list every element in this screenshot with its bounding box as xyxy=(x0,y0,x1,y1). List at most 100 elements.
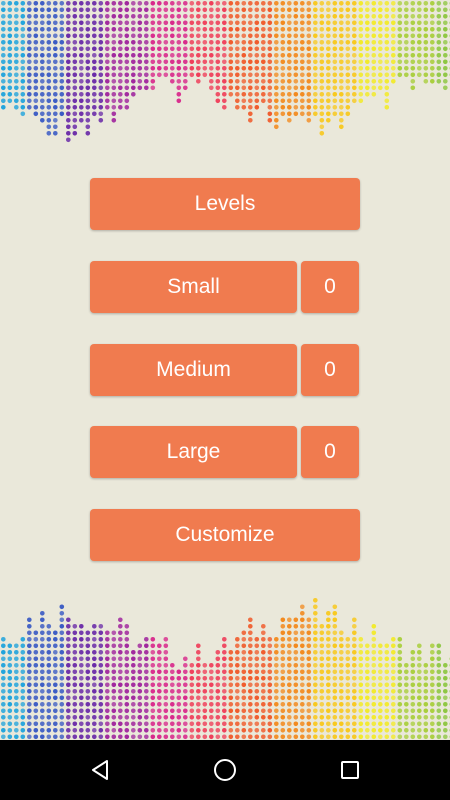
spectrum-dot xyxy=(215,721,221,727)
spectrum-dot xyxy=(248,46,253,52)
spectrum-dot xyxy=(228,13,234,19)
spectrum-dot xyxy=(274,53,279,58)
spectrum-dot xyxy=(13,105,19,110)
spectrum-dot xyxy=(267,1,273,6)
spectrum-dot xyxy=(92,66,97,71)
levels-button[interactable]: Levels xyxy=(90,178,360,230)
spectrum-dot xyxy=(339,13,344,19)
spectrum-dot xyxy=(157,682,162,688)
spectrum-dot xyxy=(79,85,84,91)
spectrum-dot xyxy=(209,1,214,6)
spectrum-dot xyxy=(176,92,182,97)
spectrum-dot xyxy=(118,734,123,740)
spectrum-dot xyxy=(254,40,260,45)
spectrum-dot xyxy=(443,7,448,13)
spectrum-dot xyxy=(222,46,227,52)
spectrum-dot xyxy=(261,40,266,45)
spectrum-dot xyxy=(293,1,299,6)
spectrum-dot xyxy=(228,676,234,681)
spectrum-dot xyxy=(352,1,357,6)
spectrum-dot xyxy=(85,66,91,71)
spectrum-dot xyxy=(274,7,279,13)
spectrum-dot xyxy=(241,663,247,668)
small-score-counter[interactable]: 0 xyxy=(301,261,359,313)
spectrum-dot xyxy=(118,676,123,681)
spectrum-dot xyxy=(59,663,65,668)
back-button[interactable] xyxy=(50,740,150,800)
spectrum-dot xyxy=(105,1,110,6)
spectrum-dot xyxy=(280,656,286,662)
spectrum-dot xyxy=(92,20,97,26)
spectrum-dot xyxy=(209,7,214,13)
large-mode-button[interactable]: Large xyxy=(90,426,297,478)
recents-button[interactable] xyxy=(300,740,400,800)
spectrum-dot xyxy=(85,53,91,58)
medium-mode-button[interactable]: Medium xyxy=(90,344,297,396)
spectrum-dot xyxy=(378,702,383,707)
spectrum-dot xyxy=(267,98,273,104)
spectrum-dot xyxy=(46,669,52,675)
spectrum-dot xyxy=(313,637,318,642)
spectrum-dot xyxy=(66,715,71,720)
spectrum-dot xyxy=(378,656,383,662)
spectrum-dot xyxy=(20,27,26,32)
spectrum-dot xyxy=(72,92,78,97)
spectrum-dot xyxy=(326,708,331,714)
large-score-counter[interactable]: 0 xyxy=(301,426,359,478)
spectrum-dot xyxy=(345,682,351,688)
spectrum-dot xyxy=(7,689,13,694)
home-button[interactable] xyxy=(175,740,275,800)
spectrum-dot xyxy=(215,92,221,97)
spectrum-dot xyxy=(423,46,429,52)
spectrum-dot xyxy=(118,637,123,642)
spectrum-dot xyxy=(274,46,279,52)
spectrum-dot xyxy=(137,59,143,65)
spectrum-dot xyxy=(46,20,52,26)
spectrum-dot xyxy=(261,59,266,65)
spectrum-dot xyxy=(53,637,58,642)
spectrum-dot xyxy=(254,98,260,104)
spectrum-dot xyxy=(105,656,110,662)
spectrum-dot xyxy=(40,1,45,6)
spectrum-dot xyxy=(254,637,260,642)
spectrum-dot xyxy=(222,637,227,642)
spectrum-dot xyxy=(254,708,260,714)
spectrum-dot xyxy=(170,715,175,720)
spectrum-dot xyxy=(98,702,104,707)
spectrum-dot xyxy=(118,708,123,714)
spectrum-dot xyxy=(280,7,286,13)
spectrum-dot xyxy=(98,46,104,52)
spectrum-dot xyxy=(423,708,429,714)
spectrum-dot xyxy=(1,734,6,740)
spectrum-dot xyxy=(118,105,123,110)
spectrum-dot xyxy=(183,734,188,740)
spectrum-dot xyxy=(241,79,247,84)
customize-button[interactable]: Customize xyxy=(90,509,360,561)
spectrum-dot xyxy=(436,721,442,727)
spectrum-dot xyxy=(235,59,240,65)
spectrum-dot xyxy=(33,734,39,740)
spectrum-dot xyxy=(293,708,299,714)
spectrum-dot xyxy=(358,98,364,104)
spectrum-dot xyxy=(85,721,91,727)
spectrum-dot xyxy=(111,13,117,19)
spectrum-dot xyxy=(248,59,253,65)
spectrum-dot xyxy=(352,637,357,642)
spectrum-dot xyxy=(27,663,32,668)
spectrum-dot xyxy=(397,40,403,45)
spectrum-dot xyxy=(40,66,45,71)
spectrum-dot xyxy=(105,79,110,84)
spectrum-dot xyxy=(40,624,45,629)
spectrum-dot xyxy=(241,105,247,110)
spectrum-dot xyxy=(79,20,84,26)
spectrum-dot xyxy=(287,650,292,655)
medium-score-counter[interactable]: 0 xyxy=(301,344,359,396)
spectrum-dot xyxy=(98,105,104,110)
small-mode-button[interactable]: Small xyxy=(90,261,297,313)
spectrum-dot xyxy=(365,66,370,71)
spectrum-dot xyxy=(267,7,273,13)
spectrum-dot xyxy=(209,79,214,84)
spectrum-dot xyxy=(131,7,136,13)
spectrum-dot xyxy=(365,20,370,26)
spectrum-dot xyxy=(300,33,305,39)
